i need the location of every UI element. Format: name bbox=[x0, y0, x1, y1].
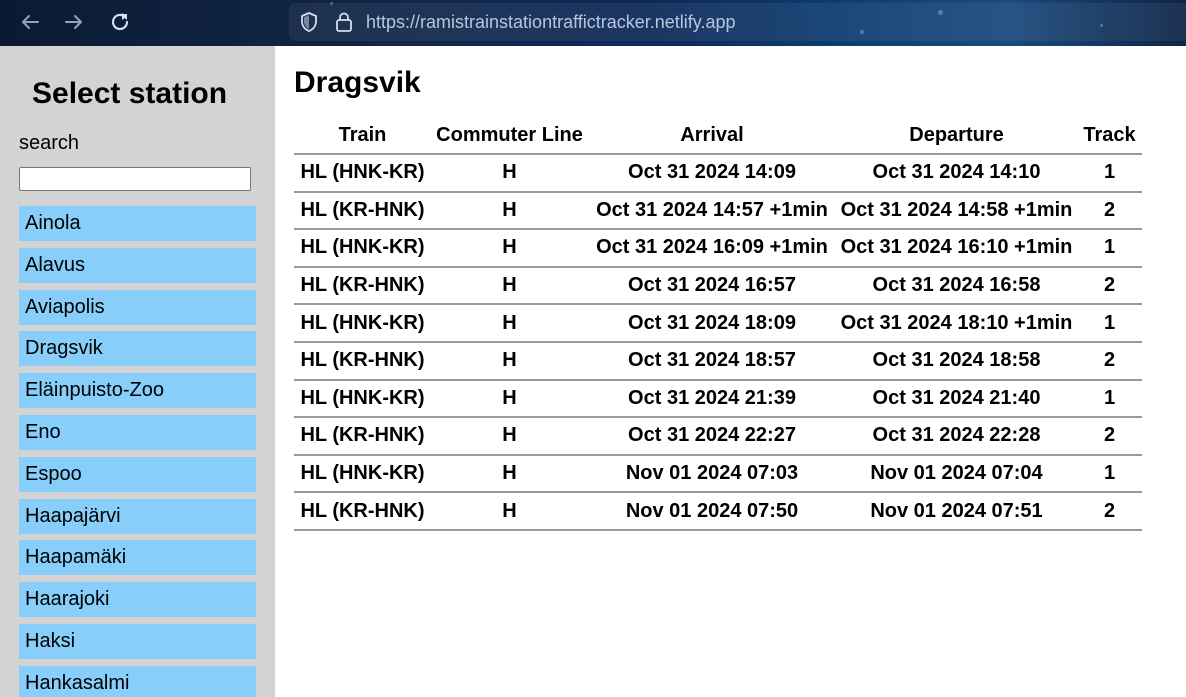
sidebar-title: Select station bbox=[32, 77, 228, 110]
cell-train: HL (KR-HNK) bbox=[294, 266, 431, 306]
reload-icon bbox=[111, 13, 129, 31]
cell-arrival: Oct 31 2024 14:09 bbox=[588, 154, 836, 193]
station-item-haapamaki[interactable]: Haapamäki bbox=[19, 540, 256, 576]
cell-departure: Nov 01 2024 07:04 bbox=[836, 454, 1077, 494]
cell-track: 2 bbox=[1077, 492, 1142, 531]
cell-track: 1 bbox=[1077, 154, 1142, 193]
cell-train: HL (HNK-KR) bbox=[294, 229, 431, 268]
station-item-ainola[interactable]: Ainola bbox=[19, 206, 256, 241]
table-row: HL (HNK-KR) H Oct 31 2024 16:09 +1min Oc… bbox=[294, 229, 1142, 268]
search-label: search bbox=[19, 132, 80, 154]
cell-departure: Oct 31 2024 21:40 bbox=[836, 379, 1077, 419]
cell-arrival: Oct 31 2024 18:09 bbox=[588, 304, 836, 343]
cell-departure: Oct 31 2024 18:58 bbox=[836, 341, 1077, 381]
cell-commuter-line: H bbox=[431, 454, 588, 494]
cell-arrival: Oct 31 2024 21:39 bbox=[588, 379, 836, 419]
url-text[interactable]: https://ramistrainstationtraffictracker.… bbox=[366, 12, 736, 33]
cell-departure: Oct 31 2024 14:10 bbox=[836, 154, 1077, 193]
lock-icon[interactable] bbox=[333, 11, 355, 33]
station-list: Ainola Alavus Aviapolis Dragsvik Eläinpu… bbox=[19, 206, 256, 697]
arrow-left-icon bbox=[22, 15, 39, 29]
cell-commuter-line: H bbox=[431, 229, 588, 268]
station-item-haarajoki[interactable]: Haarajoki bbox=[19, 582, 256, 618]
column-header-arrival: Arrival bbox=[588, 117, 836, 155]
column-header-departure: Departure bbox=[836, 117, 1077, 155]
search-input[interactable] bbox=[19, 167, 251, 191]
column-header-track: Track bbox=[1077, 117, 1142, 155]
table-row: HL (HNK-KR) H Oct 31 2024 18:09 Oct 31 2… bbox=[294, 304, 1142, 343]
cell-arrival: Oct 31 2024 18:57 bbox=[588, 341, 836, 381]
table-row: HL (KR-HNK) H Oct 31 2024 18:57 Oct 31 2… bbox=[294, 341, 1142, 381]
cell-departure: Oct 31 2024 16:58 bbox=[836, 266, 1077, 306]
cell-track: 2 bbox=[1077, 191, 1142, 231]
column-header-train: Train bbox=[294, 117, 431, 155]
schedule-table: Train Commuter Line Arrival Departure Tr… bbox=[294, 117, 1142, 531]
cell-departure: Oct 31 2024 18:10 +1min bbox=[836, 304, 1077, 343]
cell-track: 2 bbox=[1077, 266, 1142, 306]
station-item-espoo[interactable]: Espoo bbox=[19, 456, 256, 492]
arrow-right-icon bbox=[65, 15, 82, 29]
table-row: HL (KR-HNK) H Nov 01 2024 07:50 Nov 01 2… bbox=[294, 492, 1142, 531]
cell-departure: Oct 31 2024 14:58 +1min bbox=[836, 191, 1077, 231]
cell-arrival: Oct 31 2024 22:27 bbox=[588, 417, 836, 456]
column-header-commuter-line: Commuter Line bbox=[431, 117, 588, 155]
station-item-elainpuisto-zoo[interactable]: Eläinpuisto-Zoo bbox=[19, 373, 256, 409]
station-item-haksi[interactable]: Haksi bbox=[19, 623, 256, 659]
table-row: HL (HNK-KR) H Oct 31 2024 21:39 Oct 31 2… bbox=[294, 379, 1142, 419]
table-row: HL (HNK-KR) H Nov 01 2024 07:03 Nov 01 2… bbox=[294, 454, 1142, 494]
cell-departure: Oct 31 2024 22:28 bbox=[836, 417, 1077, 456]
cell-commuter-line: H bbox=[431, 304, 588, 343]
cell-commuter-line: H bbox=[431, 266, 588, 306]
cell-track: 1 bbox=[1077, 229, 1142, 268]
cell-commuter-line: H bbox=[431, 154, 588, 193]
cell-train: HL (HNK-KR) bbox=[294, 379, 431, 419]
shield-icon[interactable] bbox=[298, 11, 320, 33]
table-row: HL (HNK-KR) H Oct 31 2024 14:09 Oct 31 2… bbox=[294, 154, 1142, 193]
cell-train: HL (KR-HNK) bbox=[294, 417, 431, 456]
cell-commuter-line: H bbox=[431, 191, 588, 231]
station-item-haapajarvi[interactable]: Haapajärvi bbox=[19, 498, 256, 534]
cell-train: HL (KR-HNK) bbox=[294, 191, 431, 231]
cell-train: HL (HNK-KR) bbox=[294, 304, 431, 343]
cell-commuter-line: H bbox=[431, 379, 588, 419]
station-item-hankasalmi[interactable]: Hankasalmi bbox=[19, 665, 256, 697]
cell-track: 1 bbox=[1077, 304, 1142, 343]
station-item-eno[interactable]: Eno bbox=[19, 414, 256, 450]
cell-arrival: Nov 01 2024 07:50 bbox=[588, 492, 836, 531]
cell-arrival: Oct 31 2024 16:09 +1min bbox=[588, 229, 836, 268]
cell-commuter-line: H bbox=[431, 492, 588, 531]
cell-track: 2 bbox=[1077, 341, 1142, 381]
station-item-alavus[interactable]: Alavus bbox=[19, 247, 256, 283]
table-header-row: Train Commuter Line Arrival Departure Tr… bbox=[294, 117, 1142, 155]
cell-track: 1 bbox=[1077, 379, 1142, 419]
forward-button[interactable] bbox=[60, 8, 88, 36]
cell-departure: Oct 31 2024 16:10 +1min bbox=[836, 229, 1077, 268]
table-row: HL (KR-HNK) H Oct 31 2024 16:57 Oct 31 2… bbox=[294, 266, 1142, 306]
cell-train: HL (KR-HNK) bbox=[294, 492, 431, 531]
cell-commuter-line: H bbox=[431, 417, 588, 456]
cell-arrival: Oct 31 2024 16:57 bbox=[588, 266, 836, 306]
station-item-dragsvik[interactable]: Dragsvik bbox=[19, 331, 256, 367]
station-title: Dragsvik bbox=[294, 66, 421, 99]
cell-track: 2 bbox=[1077, 417, 1142, 456]
cell-train: HL (KR-HNK) bbox=[294, 341, 431, 381]
back-button[interactable] bbox=[16, 8, 44, 36]
cell-arrival: Oct 31 2024 14:57 +1min bbox=[588, 191, 836, 231]
cell-commuter-line: H bbox=[431, 341, 588, 381]
address-bar[interactable]: https://ramistrainstationtraffictracker.… bbox=[289, 3, 1186, 41]
main-content: Dragsvik Train Commuter Line Arrival Dep… bbox=[275, 46, 1186, 697]
station-item-aviapolis[interactable]: Aviapolis bbox=[19, 289, 256, 325]
table-row: HL (KR-HNK) H Oct 31 2024 22:27 Oct 31 2… bbox=[294, 417, 1142, 456]
station-sidebar: Select station search Ainola Alavus Avia… bbox=[0, 46, 275, 697]
cell-track: 1 bbox=[1077, 454, 1142, 494]
reload-button[interactable] bbox=[106, 8, 134, 36]
cell-train: HL (HNK-KR) bbox=[294, 454, 431, 494]
browser-toolbar: https://ramistrainstationtraffictracker.… bbox=[0, 0, 1186, 46]
cell-arrival: Nov 01 2024 07:03 bbox=[588, 454, 836, 494]
table-row: HL (KR-HNK) H Oct 31 2024 14:57 +1min Oc… bbox=[294, 191, 1142, 231]
cell-departure: Nov 01 2024 07:51 bbox=[836, 492, 1077, 531]
cell-train: HL (HNK-KR) bbox=[294, 154, 431, 193]
